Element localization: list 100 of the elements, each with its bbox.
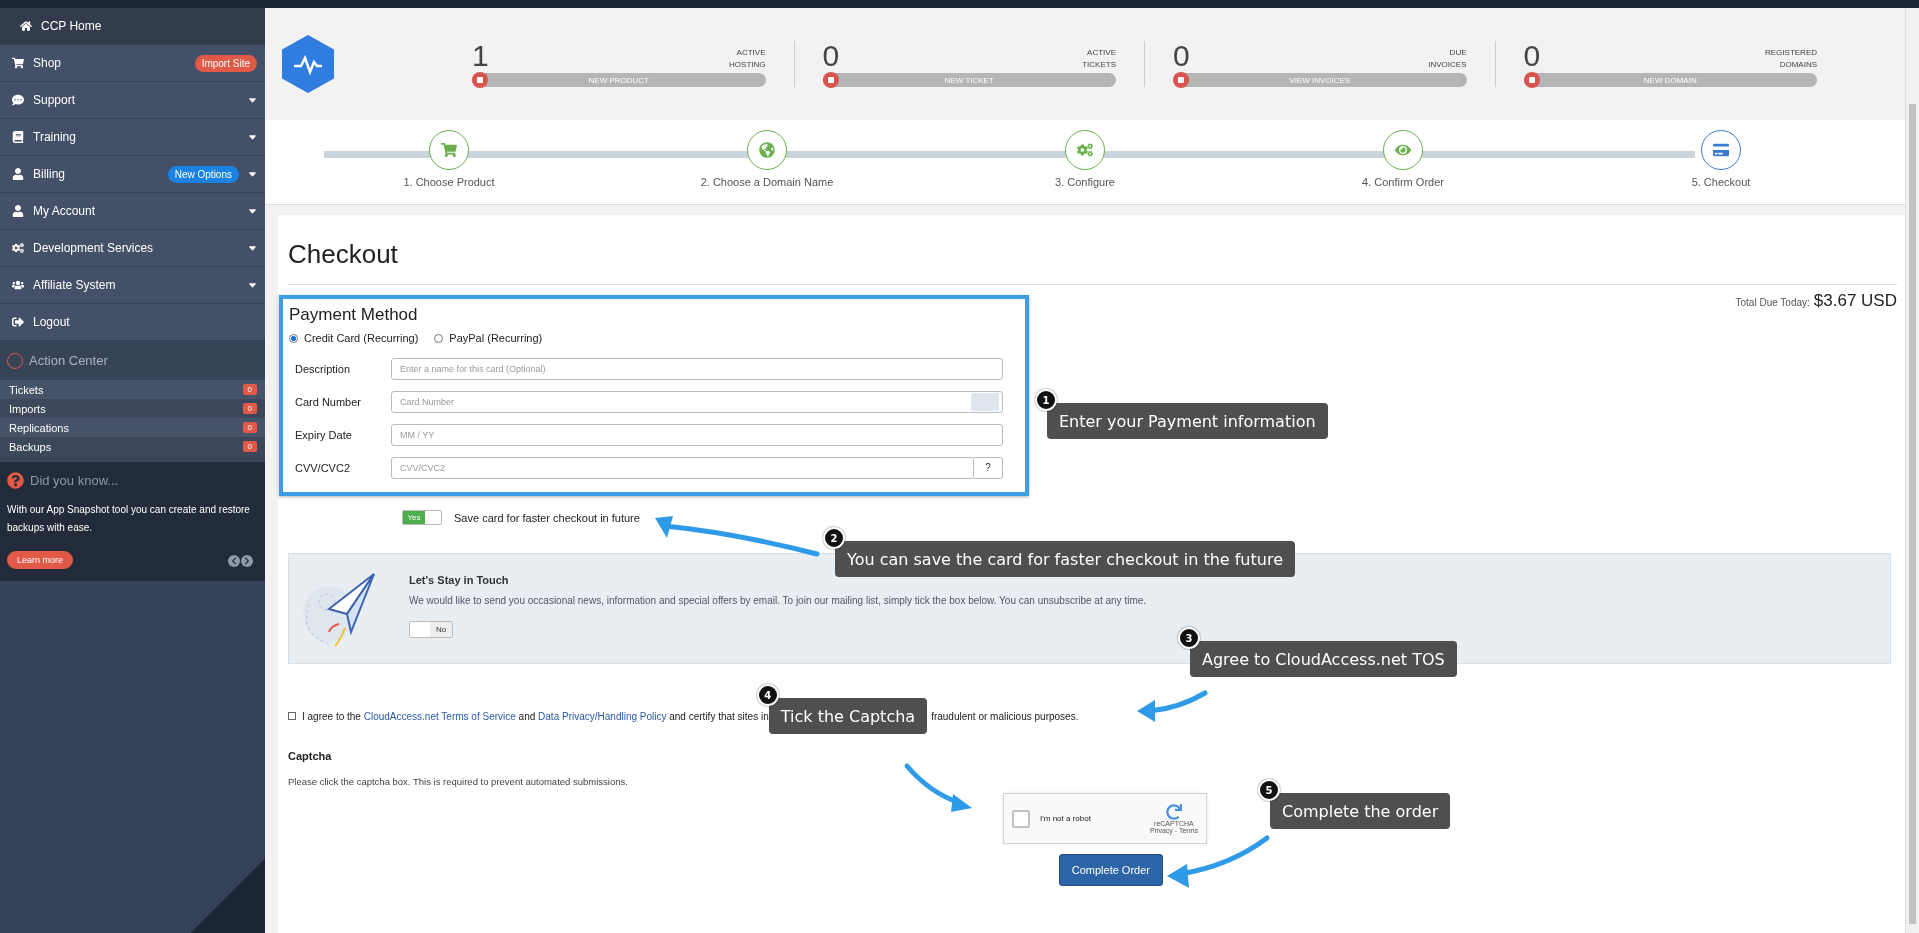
credit-card-icon [1713,142,1729,158]
step-circle[interactable] [1383,130,1423,170]
step-circle[interactable] [1701,130,1741,170]
newsletter-title: Let's Stay in Touch [409,573,510,586]
cart-icon [441,142,457,158]
newsletter-text: We would like to send you occasional news, information and special offers by email. To join our mailing list, simply tick the box below. You can unsubscribe at any time. [409,594,1147,606]
page-title: Checkout [288,239,399,270]
question-icon [7,472,24,489]
nav-tag[interactable]: Import Site [194,54,257,72]
gears-icon [12,242,24,254]
nav-item[interactable]: CCP Home [0,8,265,45]
home-icon [20,20,32,32]
stat-label: DUE INVOICES [1428,47,1467,71]
stat-value: 0 [822,41,840,71]
checkbox[interactable] [1012,809,1030,828]
input-field[interactable]: CVV/CVC2 [391,456,974,479]
stat-label: ACTIVE HOSTING [729,47,766,71]
eye-icon [1395,142,1411,158]
step-label: 2. Choose a Domain Name [700,176,834,188]
count-badge: 0 [242,384,257,395]
payment-option[interactable]: Credit Card (Recurring) [289,332,419,344]
captcha-title: Captcha [288,750,333,762]
toggle-switch[interactable]: No [409,620,453,638]
toggle-label: Save card for faster checkout in future [454,511,640,524]
cart-icon [12,57,24,69]
step-circle[interactable] [429,130,469,170]
field-label: CVV/CVC2 [294,461,352,474]
gears-icon [1077,142,1093,158]
section-title: Action Center [29,353,108,368]
stat-label: ACTIVE TICKETS [1082,47,1116,71]
logout-icon [12,316,24,328]
counter-label: Imports [9,402,46,415]
field-label: Card Number [294,395,363,408]
stat-label: REGISTERED DOMAINS [1765,47,1817,71]
payment-option[interactable]: PayPal (Recurring) [434,332,543,344]
nav-item[interactable]: My Account [0,193,265,230]
nav-item[interactable]: Support [0,82,265,119]
next-icon[interactable] [241,555,253,567]
action-icon [1173,72,1189,88]
recaptcha-icon [1165,803,1182,820]
counter-row[interactable]: Replications 0 [0,418,265,437]
complete-order-button[interactable]: Complete Order [1058,854,1163,886]
nav-item[interactable]: Shop Import Site [0,45,265,82]
input-field[interactable]: Enter a name for this card (Optional) [391,357,1003,380]
policy-link[interactable]: Data Privacy/Handling Policy [538,710,667,722]
nav-label: Training [33,130,77,144]
agreement-text: fraudulent or malicious purposes. [931,710,1079,722]
captcha-label: I'm not a robot [1040,814,1092,823]
step-number-badge: 4 [756,684,779,706]
help-addon[interactable]: ? [974,456,1003,479]
step-label: 4. Confirm Order [1362,176,1444,188]
agreement-text: I agree to the CloudAccess.net Terms of Service and Data Privacy/Handling Policy and certify that sites in [302,710,769,722]
step-label: 5. Checkout [1691,176,1751,188]
counter-label: Backups [9,440,52,453]
counter-label: Replications [9,421,69,434]
users-icon [12,279,24,291]
radio-button[interactable] [289,333,298,343]
policy-link[interactable]: CloudAccess.net Terms of Service [363,710,516,722]
input-field[interactable]: Card Number [391,390,1003,413]
nav-tag[interactable]: New Options [167,165,239,183]
checkbox[interactable] [288,712,296,720]
previous-icon[interactable] [228,555,240,567]
stat-value: 1 [472,41,489,71]
scrollbar[interactable] [1905,8,1919,933]
captcha-text: Please click the captcha box. This is required to prevent automated submissions. [288,776,629,787]
nav-label: Support [33,93,77,107]
field-label: Expiry Date [294,428,353,441]
logo-icon [282,35,334,93]
nav-label: Affiliate System [33,278,117,292]
learn-more-button[interactable]: Learn more [7,551,74,569]
total-amount: $3.67 USD [1813,291,1897,311]
field-label: Description [294,362,352,375]
counter-row[interactable]: Tickets 0 [0,380,265,399]
step-label: 1. Choose Product [403,176,495,188]
step-circle[interactable] [747,130,787,170]
stat-value: 0 [1523,41,1541,71]
count-badge: 0 [242,422,257,433]
book-icon [12,131,24,143]
nav-label: Shop [33,56,63,70]
nav-label: Development Services [33,241,155,255]
action-icon [1523,72,1540,88]
nav-item[interactable]: Billing New Options [0,156,265,193]
nav-item[interactable]: Affiliate System [0,267,265,304]
count-badge: 0 [242,403,257,414]
action-icon [822,72,839,88]
stat-value: 0 [1173,41,1190,71]
count-badge: 0 [242,441,257,452]
arrow [904,763,972,812]
radio-button[interactable] [434,333,444,343]
nav-item[interactable]: Logout [0,304,265,341]
speech-bubble-icon [12,94,24,106]
nav-item[interactable]: Training [0,119,265,156]
tip-text: With our App Snapshot tool you can create and restore backups with ease. [7,503,251,535]
step-label: 3. Configure [1055,176,1115,188]
arrow [1137,690,1208,722]
globe-icon [759,142,775,158]
nav-item[interactable]: Development Services [0,230,265,267]
step-circle[interactable] [1065,130,1105,170]
input-field[interactable]: MM / YY [391,423,1003,446]
counter-label: Tickets [9,383,44,396]
